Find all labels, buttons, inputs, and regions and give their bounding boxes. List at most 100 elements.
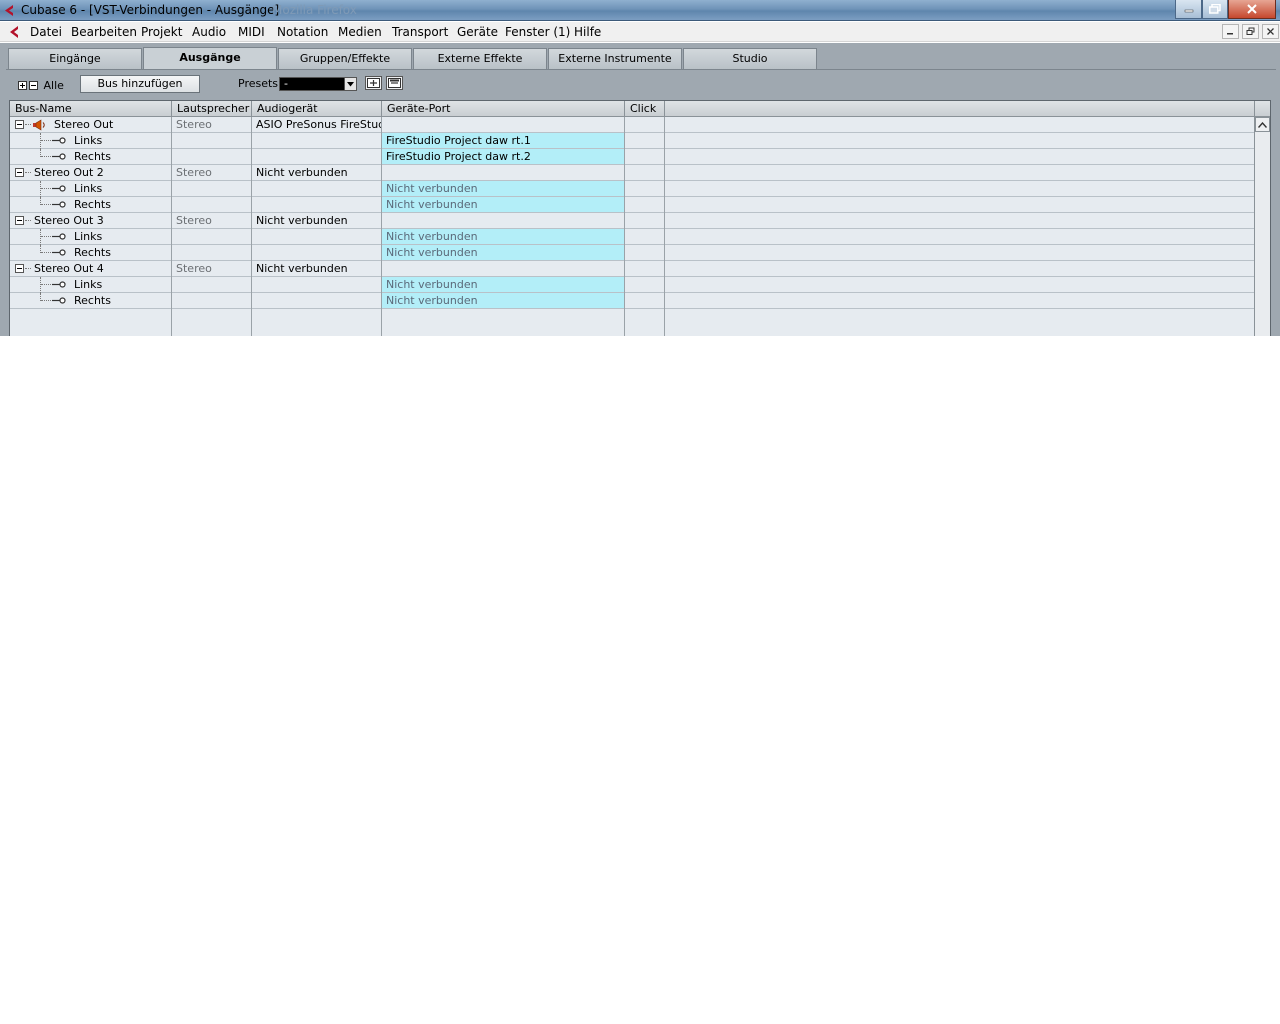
restore-button[interactable]	[1202, 0, 1228, 19]
cell-audio-device: Nicht verbunden	[256, 262, 348, 275]
channel-row[interactable]: Rechts Nicht verbunden	[10, 197, 1255, 213]
menu-medien[interactable]: Medien	[338, 25, 382, 39]
cubase-document-icon[interactable]	[7, 25, 22, 39]
channel-row[interactable]: Links Nicht verbunden	[10, 181, 1255, 197]
column-header-audiogeraet[interactable]: Audiogerät	[252, 101, 382, 117]
tab-studio[interactable]: Studio	[683, 48, 817, 69]
collapse-icon[interactable]	[29, 81, 38, 90]
cell-bus-name[interactable]: Links	[70, 181, 171, 196]
menu-audio[interactable]: Audio	[192, 25, 226, 39]
channel-row[interactable]: Rechts FireStudio Project daw rt.2	[10, 149, 1255, 165]
vertical-scrollbar[interactable]	[1254, 117, 1270, 336]
collapse-icon[interactable]	[15, 120, 24, 129]
menu-projekt[interactable]: Projekt	[141, 25, 182, 39]
menu-hilfe[interactable]: Hilfe	[574, 25, 601, 39]
cell-audio-device	[252, 245, 381, 260]
vst-connections-window: Eingänge Ausgänge Gruppen/Effekte Extern…	[0, 43, 1280, 336]
cell-bus-name[interactable]: Rechts	[70, 293, 171, 308]
cell-speaker: Stereo	[176, 262, 212, 275]
close-button[interactable]	[1228, 0, 1276, 19]
cell-device-port[interactable]: Nicht verbunden	[382, 293, 624, 308]
maximize-icon	[1246, 27, 1255, 35]
mdi-restore-button[interactable]	[1242, 24, 1259, 39]
menu-datei[interactable]: Datei	[30, 25, 62, 39]
expand-all-icon[interactable]	[18, 81, 27, 90]
cell-bus-name[interactable]: Rechts	[70, 149, 171, 164]
column-divider	[381, 117, 382, 336]
mdi-minimize-button[interactable]	[1222, 24, 1239, 39]
menu-transport[interactable]: Transport	[392, 25, 448, 39]
cell-audio-device	[252, 197, 381, 212]
cell-bus-name[interactable]: Stereo Out 4	[30, 261, 171, 276]
channel-row[interactable]: Rechts Nicht verbunden	[10, 293, 1255, 309]
cell-click	[625, 165, 664, 180]
cell-speaker	[172, 149, 251, 164]
cell-click	[625, 213, 664, 228]
cell-device-port[interactable]: Nicht verbunden	[382, 229, 624, 244]
column-header-bus-name[interactable]: Bus-Name	[10, 101, 172, 117]
scroll-up-icon[interactable]	[1255, 117, 1270, 132]
cell-device-port[interactable]: Nicht verbunden	[382, 197, 624, 212]
channel-row[interactable]: Rechts Nicht verbunden	[10, 245, 1255, 261]
cell-speaker: Stereo	[176, 166, 212, 179]
bus-row[interactable]: Stereo Out 3 Stereo Nicht verbunden	[10, 213, 1255, 229]
cell-bus-name[interactable]: Links	[70, 229, 171, 244]
collapse-icon[interactable]	[15, 216, 24, 225]
presets-value: -	[284, 77, 288, 90]
channel-row[interactable]: Links Nicht verbunden	[10, 277, 1255, 293]
cell-audio-device	[252, 133, 381, 148]
menu-midi[interactable]: MIDI	[238, 25, 265, 39]
cell-bus-name[interactable]: Stereo Out	[50, 117, 171, 132]
channel-connector-icon	[52, 201, 66, 208]
cell-device-port[interactable]: Nicht verbunden	[382, 181, 624, 196]
chevron-down-icon[interactable]	[344, 78, 356, 90]
cell-device-port[interactable]: Nicht verbunden	[382, 245, 624, 260]
collapse-icon[interactable]	[15, 168, 24, 177]
tab-externe-instrumente[interactable]: Externe Instrumente	[548, 48, 682, 69]
cell-device-port[interactable]: FireStudio Project daw rt.2	[382, 149, 624, 164]
tab-ausgaenge[interactable]: Ausgänge	[143, 47, 277, 70]
window-title: Cubase 6 - [VST-Verbindungen - Ausgänge]	[21, 3, 280, 17]
cell-bus-name[interactable]: Stereo Out 3	[30, 213, 171, 228]
menu-bearbeiten[interactable]: Bearbeiten	[71, 25, 137, 39]
cell-click	[625, 133, 664, 148]
expand-collapse-all[interactable]: Alle	[18, 79, 64, 92]
cell-bus-name[interactable]: Rechts	[70, 245, 171, 260]
bus-row[interactable]: Stereo Out 4 Stereo Nicht verbunden	[10, 261, 1255, 277]
background-window-title: Mozilla Firefox	[272, 3, 357, 17]
menu-bar: Datei Bearbeiten Projekt Audio MIDI Nota…	[0, 22, 1280, 42]
save-preset-icon[interactable]	[365, 76, 382, 90]
cell-device-port[interactable]: FireStudio Project daw rt.1	[382, 133, 624, 148]
menu-geraete[interactable]: Geräte	[457, 25, 498, 39]
channel-connector-icon	[52, 137, 66, 144]
menu-fenster[interactable]: Fenster (1)	[505, 25, 570, 39]
tree-connector	[41, 252, 51, 253]
cell-bus-name[interactable]: Links	[70, 277, 171, 292]
tab-externe-effekte[interactable]: Externe Effekte	[413, 48, 547, 69]
collapse-icon[interactable]	[15, 264, 24, 273]
channel-row[interactable]: Links FireStudio Project daw rt.1	[10, 133, 1255, 149]
bus-row[interactable]: Stereo Out 2 Stereo Nicht verbunden	[10, 165, 1255, 181]
bus-row[interactable]: Stereo Out Stereo ASIO PreSonus FireStudio	[10, 117, 1255, 133]
channel-row[interactable]: Links Nicht verbunden	[10, 229, 1255, 245]
cell-speaker: Stereo	[176, 118, 212, 131]
cell-device-port[interactable]: Nicht verbunden	[382, 277, 624, 292]
speaker-icon[interactable]	[32, 119, 48, 131]
column-header-lautsprecher[interactable]: Lautsprecher	[172, 101, 252, 117]
presets-dropdown[interactable]: -	[279, 77, 357, 91]
cell-bus-name[interactable]: Rechts	[70, 197, 171, 212]
minimize-button[interactable]	[1175, 0, 1202, 19]
delete-preset-icon[interactable]	[386, 76, 403, 90]
tab-gruppen-effekte[interactable]: Gruppen/Effekte	[278, 48, 412, 69]
cell-bus-name[interactable]: Links	[70, 133, 171, 148]
tab-eingaenge[interactable]: Eingänge	[8, 48, 142, 69]
channel-connector-icon	[52, 153, 66, 160]
column-header-geraete-port[interactable]: Geräte-Port	[382, 101, 625, 117]
presets-label: Presets	[238, 77, 279, 90]
mdi-close-button[interactable]	[1262, 24, 1279, 39]
menu-notation[interactable]: Notation	[277, 25, 328, 39]
cell-bus-name[interactable]: Stereo Out 2	[30, 165, 171, 180]
column-header-click[interactable]: Click	[625, 101, 665, 117]
add-bus-button[interactable]: Bus hinzufügen	[80, 75, 200, 93]
column-divider	[251, 117, 252, 336]
